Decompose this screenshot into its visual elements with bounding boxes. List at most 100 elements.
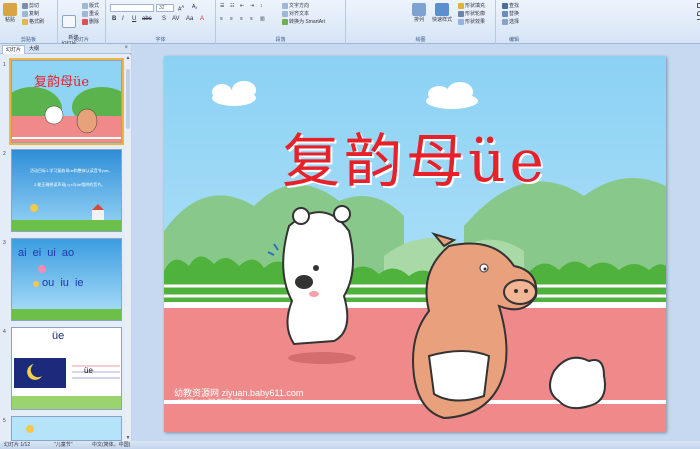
pane-scrollbar[interactable]: ▲ ▼ xyxy=(125,55,131,441)
format-painter-button[interactable]: 格式刷 xyxy=(22,18,44,25)
editing-group: 查找 替换 选择 编辑 xyxy=(496,0,532,44)
quick-styles-icon xyxy=(435,3,449,16)
status-bar: 幻灯片 1/12 "儿童节" 中文(简体，中国) xyxy=(0,441,700,449)
font-color-icon[interactable]: A xyxy=(200,16,204,22)
align-left-icon[interactable]: ≡ xyxy=(220,16,223,22)
tab-slides[interactable]: 幻灯片 xyxy=(2,45,26,54)
arrange-button[interactable]: 排列 xyxy=(410,3,428,23)
scroll-thumb[interactable] xyxy=(126,69,130,129)
font-name-box[interactable] xyxy=(110,4,154,12)
drawing-group: 排列 快速样式 形状填充 形状轮廓 形状效果 绘图 xyxy=(346,0,700,44)
shadow-icon[interactable]: S xyxy=(162,16,166,22)
increase-indent-icon[interactable]: ⇥ xyxy=(250,3,254,9)
paragraph-group: ☰ ☷ ⇤ ⇥ ↕ ≡ ≡ ≡ ≡ ▥ 文字方向 对齐文本 转换为 SmartA… xyxy=(216,0,346,44)
slide-thumbnail-3[interactable]: ai ei ui ao ou iu ie xyxy=(11,238,122,321)
new-slide-icon xyxy=(62,15,76,28)
ribbon: 粘贴 剪切 复制 格式刷 剪贴板 新建 幻灯片 版式 重设 删除 幻灯片 32 … xyxy=(0,0,700,47)
slide-number: 5 xyxy=(3,418,6,424)
slide-thumbnail-2[interactable]: 活动目标1.学习复韵母üe和整体认读音节yue。 2.能正确拼读声母j q x与… xyxy=(11,149,122,232)
align-center-icon[interactable]: ≡ xyxy=(230,16,233,22)
slide-4-preview xyxy=(12,328,121,409)
slide-number: 2 xyxy=(3,151,6,157)
reset-button[interactable]: 重设 xyxy=(82,10,99,17)
justify-icon[interactable]: ≡ xyxy=(250,16,253,22)
delete-button[interactable]: 删除 xyxy=(82,18,99,25)
slide-editor: 复韵母üe 幼教资源网 ziyuan.baby611.com PPT课件 FLA… xyxy=(132,44,700,441)
watermark-subtext: PPT课件 FLASH课件 教案课件 下载 xyxy=(178,398,243,403)
bold-icon[interactable]: B xyxy=(112,16,116,22)
underline-icon[interactable]: U xyxy=(132,16,136,22)
bullets-icon[interactable]: ☰ xyxy=(220,3,224,9)
slide-thumbnail-4[interactable]: üe üe xyxy=(11,327,122,410)
decrease-indent-icon[interactable]: ⇤ xyxy=(240,3,244,9)
strikethrough-icon[interactable]: abc xyxy=(142,16,152,22)
slide-5-preview xyxy=(12,417,121,440)
close-pane-icon[interactable]: × xyxy=(124,45,128,51)
language-indicator[interactable]: 中文(简体，中国) xyxy=(92,441,130,449)
slide-illustration xyxy=(164,56,666,432)
italic-icon[interactable]: I xyxy=(122,16,124,22)
slides-label: 幻灯片 xyxy=(73,37,89,43)
quick-styles-button[interactable]: 快速样式 xyxy=(430,3,454,23)
find-button[interactable]: 查找 xyxy=(502,2,519,9)
paste-icon xyxy=(3,3,17,16)
shape-fill-button[interactable]: 形状填充 xyxy=(458,2,485,9)
scroll-up-icon[interactable]: ▲ xyxy=(125,55,131,61)
arrange-icon xyxy=(412,3,426,16)
slides-pane: 幻灯片 大纲 × 1 复韵母üe 2 活动目标1.学习复韵母üe和整体认读音节y… xyxy=(0,44,131,441)
columns-icon[interactable]: ▥ xyxy=(260,16,265,22)
spacing-icon[interactable]: AV xyxy=(172,16,180,22)
cut-button[interactable]: 剪切 xyxy=(22,2,39,9)
binoculars-icon xyxy=(502,2,508,9)
smartart-button[interactable]: 转换为 SmartArt xyxy=(282,18,325,25)
paste-button[interactable]: 粘贴 xyxy=(2,3,18,23)
tab-outline[interactable]: 大纲 xyxy=(26,45,42,54)
line-spacing-icon[interactable]: ↕ xyxy=(260,3,263,9)
text-direction-icon xyxy=(282,2,288,9)
smartart-icon xyxy=(282,18,288,25)
blob-character-icon xyxy=(549,356,606,410)
align-text-icon xyxy=(282,10,288,17)
font-size-box[interactable]: 32 xyxy=(156,4,174,12)
layout-button[interactable]: 版式 xyxy=(82,2,99,9)
paint-bucket-icon xyxy=(458,2,464,9)
select-button[interactable]: 选择 xyxy=(502,18,519,25)
thumb-3-row-2: ou iu ie xyxy=(42,277,84,289)
replace-button[interactable]: 替换 xyxy=(502,10,519,17)
slide-counter: 幻灯片 1/12 xyxy=(4,442,31,448)
shape-effects-button[interactable]: 形状效果 xyxy=(458,18,485,25)
thumb-2-text-2: 2.能正确拼读声母j q x与üe相拼的音节。 xyxy=(34,182,106,187)
numbering-icon[interactable]: ☷ xyxy=(230,3,234,9)
scissors-icon xyxy=(22,2,28,9)
text-direction-button[interactable]: 文字方向 xyxy=(282,2,309,9)
copy-button[interactable]: 复制 xyxy=(22,10,39,17)
layout-icon xyxy=(82,2,88,9)
current-slide[interactable]: 复韵母üe 幼教资源网 ziyuan.baby611.com PPT课件 FLA… xyxy=(164,56,666,432)
drawing-label: 绘图 xyxy=(415,37,426,43)
thumb-1-title: 复韵母üe xyxy=(34,75,90,90)
slide-number: 4 xyxy=(3,329,6,335)
pane-tabs: 幻灯片 大纲 × xyxy=(0,44,131,54)
delete-icon xyxy=(82,18,88,25)
slide-thumbnail-1[interactable]: 复韵母üe xyxy=(9,58,124,145)
font-label: 字体 xyxy=(155,37,166,43)
change-case-icon[interactable]: Aa xyxy=(186,16,193,22)
slide-title[interactable]: 复韵母üe xyxy=(164,114,666,198)
slide-number: 3 xyxy=(3,240,6,246)
editing-label: 编辑 xyxy=(508,37,519,43)
slide-thumbnail-5[interactable] xyxy=(11,416,122,441)
pen-icon xyxy=(458,10,464,17)
shapes-gallery[interactable] xyxy=(696,2,700,30)
font-group: 32 AA Aᵪ B I U abc S AV Aa A 字体 xyxy=(106,0,216,44)
shape-outline-button[interactable]: 形状轮廓 xyxy=(458,10,485,17)
brush-icon xyxy=(22,18,28,25)
thumb-4-bottom: üe xyxy=(84,366,93,375)
align-text-button[interactable]: 对齐文本 xyxy=(282,10,309,17)
clear-format-icon[interactable]: Aᵪ xyxy=(192,4,197,10)
copy-icon xyxy=(22,10,28,17)
slides-group: 新建 幻灯片 版式 重设 删除 幻灯片 xyxy=(58,0,106,47)
replace-icon xyxy=(502,10,508,17)
grow-font-icon[interactable]: AA xyxy=(178,4,184,13)
thumb-4-top: üe xyxy=(52,330,65,342)
align-right-icon[interactable]: ≡ xyxy=(240,16,243,22)
